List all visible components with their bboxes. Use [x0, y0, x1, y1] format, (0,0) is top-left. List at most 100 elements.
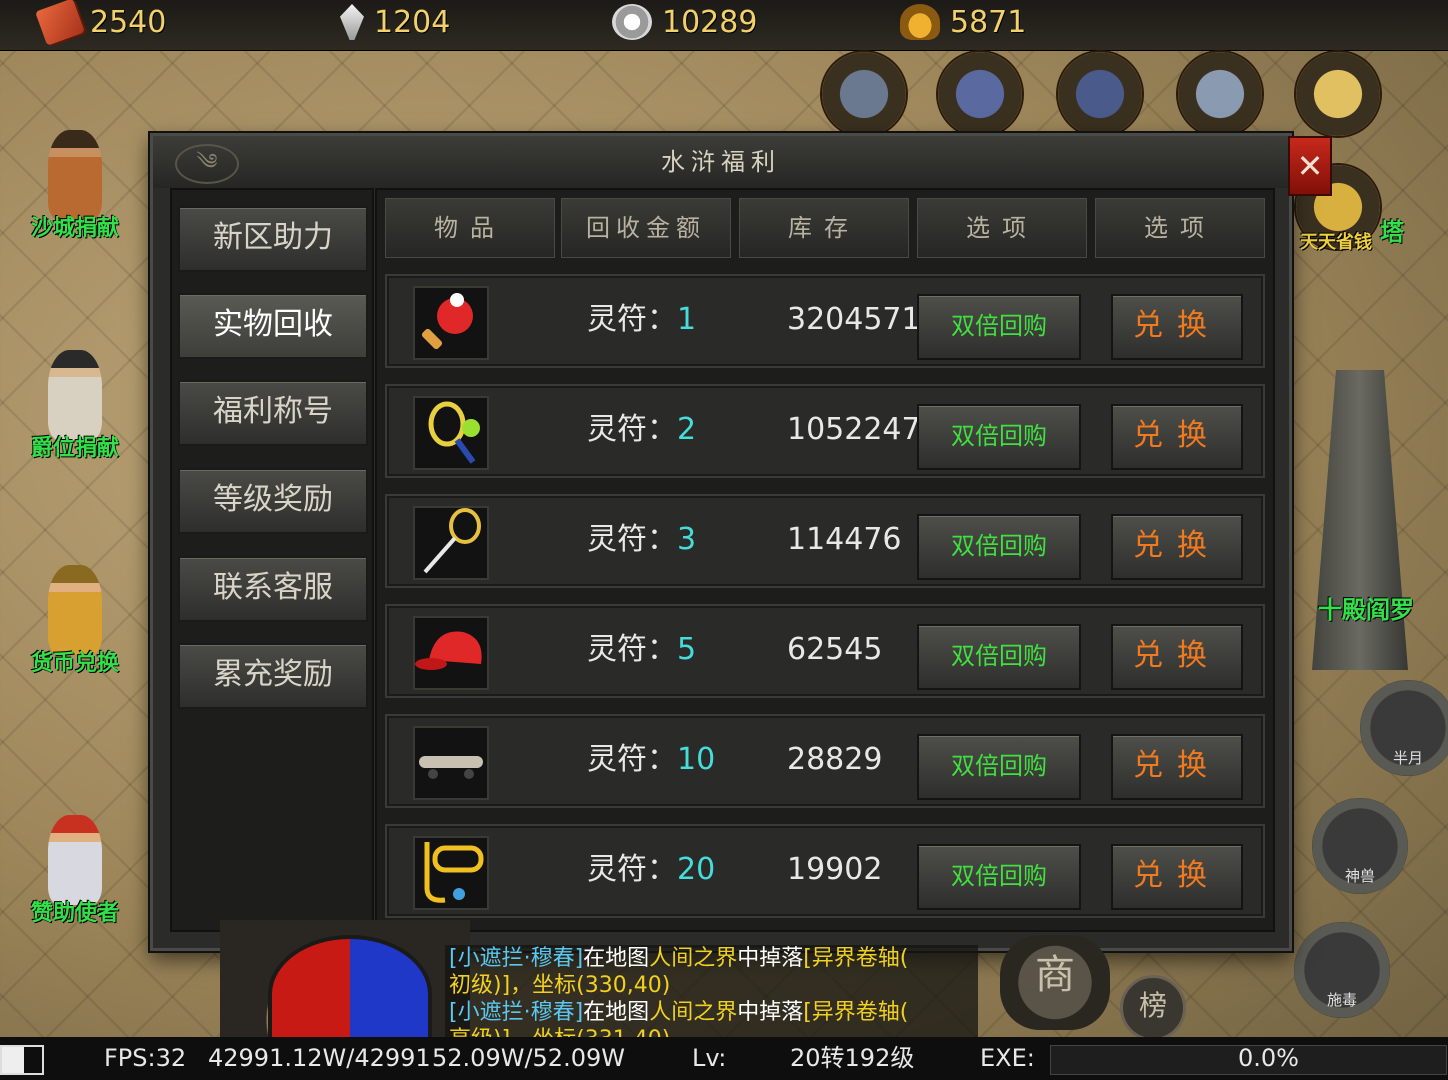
fps-readout: FPS:32 [104, 1044, 187, 1072]
exp-value: 0.0% [1238, 1044, 1299, 1072]
dragon-logo-icon: ༄ [175, 144, 239, 184]
tennis-racket-icon[interactable] [413, 396, 489, 470]
skill-half-moon[interactable]: 半月 [1360, 680, 1448, 776]
close-button[interactable]: ✕ [1288, 136, 1332, 196]
book-icon [35, 0, 85, 46]
gold-count: 5871 [950, 4, 1027, 40]
resource-bar: 2540 1204 10289 5871 [0, 0, 1448, 51]
mp-readout: 52.09W/52.09W [432, 1044, 625, 1072]
price: 灵符：20 [587, 852, 716, 887]
status-bar: FPS:32 42991.12W/42991 52.09W/52.09W Lv:… [0, 1037, 1448, 1080]
npc-figure-icon [48, 350, 102, 440]
exp-label: EXE: [980, 1044, 1035, 1072]
header-option-2: 选项 [1095, 198, 1265, 258]
double-buyback-button[interactable]: 双倍回购 [917, 294, 1081, 360]
exchange-button[interactable]: 兑换 [1111, 844, 1243, 910]
level-label: Lv: [692, 1044, 727, 1072]
skill-label: 半月 [1392, 749, 1423, 767]
silver-count: 10289 [662, 4, 758, 40]
stock: 3204571 [787, 302, 921, 337]
treasure-cart-icon[interactable] [938, 52, 1022, 136]
resource-gold: 5871 [900, 4, 1026, 40]
price: 灵符：2 [587, 412, 697, 447]
price: 灵符：5 [587, 632, 697, 667]
npc-label: 沙城捐献 [30, 216, 119, 241]
npc-sponsor[interactable]: 赞助使者 [20, 815, 130, 927]
table-row: 灵符：1 3204571 双倍回购 兑换 [385, 274, 1265, 368]
exchange-button[interactable]: 兑换 [1111, 404, 1243, 470]
npc-figure-icon [48, 130, 102, 220]
stock: 62545 [787, 632, 883, 667]
hp-readout: 42991.12W/42991 [208, 1044, 431, 1072]
pavilion-icon[interactable] [1058, 52, 1142, 136]
double-buyback-button[interactable]: 双倍回购 [917, 404, 1081, 470]
chat-line: [小遮拦·穆春]在地图人间之界中掉落[异界卷轴( [449, 1000, 909, 1025]
tab-welfare-title[interactable]: 福利称号 [178, 380, 368, 446]
ten-kings-label: 十殿阎罗 [1318, 596, 1414, 624]
stock: 1052247 [787, 412, 921, 447]
tab-item-recycle[interactable]: 实物回收 [178, 293, 368, 359]
skill-divine-beast[interactable]: 神兽 [1312, 798, 1408, 894]
level-value: 20转192级 [790, 1044, 915, 1072]
skill-label: 神兽 [1344, 867, 1375, 885]
header-item: 物品 [385, 198, 555, 258]
resource-crystal: 1204 [340, 4, 450, 40]
ping-pong-paddle-icon[interactable] [413, 286, 489, 360]
chat-line: 初级)]，坐标(330,40) [449, 973, 671, 998]
skill-poison[interactable]: 施毒 [1294, 922, 1390, 1018]
daily-save-label: 天天省钱 [1300, 232, 1372, 253]
chat-line: [小遮拦·穆春]在地图人间之界中掉落[异界卷轴( [449, 946, 909, 971]
exchange-button[interactable]: 兑换 [1111, 734, 1243, 800]
double-buyback-button[interactable]: 双倍回购 [917, 734, 1081, 800]
stock: 19902 [787, 852, 883, 887]
baseball-cap-icon[interactable] [413, 616, 489, 690]
rank-button[interactable]: 榜 [1120, 975, 1186, 1041]
double-buyback-button[interactable]: 双倍回购 [917, 624, 1081, 690]
npc-title-donate[interactable]: 爵位捐献 [20, 350, 130, 462]
price: 灵符：1 [587, 302, 697, 337]
exchange-button[interactable]: 兑换 [1111, 514, 1243, 580]
silver-coin-icon [612, 4, 652, 40]
double-buyback-button[interactable]: 双倍回购 [917, 844, 1081, 910]
double-buyback-button[interactable]: 双倍回购 [917, 514, 1081, 580]
snorkel-mask-icon[interactable] [413, 836, 489, 910]
tab-new-server-help[interactable]: 新区助力 [178, 206, 368, 272]
gift-icon[interactable] [1296, 52, 1380, 136]
header-option-1: 选项 [917, 198, 1087, 258]
shop-button[interactable]: 商 [1000, 935, 1110, 1030]
dialog-sidebar: 新区助力 实物回收 福利称号 等级奖励 联系客服 累充奖励 [170, 188, 374, 932]
crystal-count: 1204 [374, 4, 451, 40]
exchange-button[interactable]: 兑换 [1111, 624, 1243, 690]
tab-level-reward[interactable]: 等级奖励 [178, 468, 368, 534]
dialog-title: 水浒福利 [153, 136, 1289, 188]
tab-contact-support[interactable]: 联系客服 [178, 556, 368, 622]
exchange-button[interactable]: 兑换 [1111, 294, 1243, 360]
stone-tower [1312, 370, 1408, 670]
table-row: 灵符：3 114476 双倍回购 兑换 [385, 494, 1265, 588]
npc-currency-exchange[interactable]: 货币兑换 [20, 565, 130, 677]
tower-label: 塔 [1380, 218, 1404, 246]
gold-ingot-icon [900, 4, 940, 40]
npc-figure-icon [48, 815, 102, 905]
price: 灵符：10 [587, 742, 716, 777]
table-row: 灵符：2 1052247 双倍回购 兑换 [385, 384, 1265, 478]
hp-mp-orb [268, 935, 432, 1053]
resource-silver: 10289 [612, 4, 757, 40]
crystal-icon [340, 4, 364, 40]
scroll-icon[interactable] [1178, 52, 1262, 136]
chat-log: [小遮拦·穆春]在地图人间之界中掉落[异界卷轴( 初级)]，坐标(330,40)… [445, 945, 978, 1037]
npc-figure-icon [48, 565, 102, 655]
npc-castle-donate[interactable]: 沙城捐献 [20, 130, 130, 242]
activity-icon-1[interactable] [822, 52, 906, 136]
header-stock: 库存 [739, 198, 909, 258]
price: 灵符：3 [587, 522, 697, 557]
book-count: 2540 [90, 4, 167, 40]
stock: 114476 [787, 522, 902, 557]
npc-label: 爵位捐献 [30, 436, 119, 461]
table-row: 灵符：20 19902 双倍回购 兑换 [385, 824, 1265, 918]
tab-recharge-reward[interactable]: 累充奖励 [178, 643, 368, 709]
skateboard-icon[interactable] [413, 726, 489, 800]
stock: 28829 [787, 742, 883, 777]
badminton-racket-icon[interactable] [413, 506, 489, 580]
npc-label: 赞助使者 [30, 901, 119, 926]
